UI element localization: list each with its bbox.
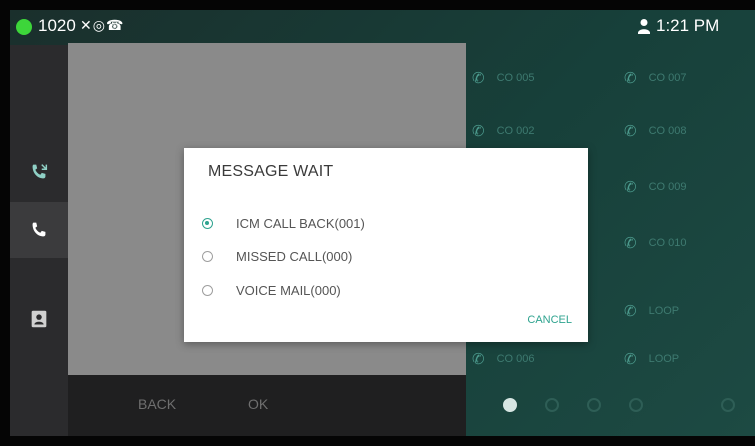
- dsskey[interactable]: ✆ CO 002: [472, 122, 535, 140]
- option-label: MISSED CALL(000): [236, 248, 353, 264]
- page-dot[interactable]: [545, 398, 559, 412]
- sidebar-phone-button[interactable]: [10, 202, 68, 258]
- device-bezel-bottom: [0, 436, 755, 446]
- dsskey-label: CO 002: [496, 125, 535, 137]
- online-status-dot: [16, 19, 32, 35]
- dsskey-label: CO 008: [648, 125, 687, 137]
- phone-icon: ✆: [624, 235, 637, 252]
- contacts-icon: [31, 310, 47, 328]
- phone-icon: ✆: [624, 123, 637, 140]
- dsskey-label: CO 006: [496, 353, 535, 365]
- dsskey-label: CO 010: [648, 237, 687, 249]
- dialog-title: MESSAGE WAIT: [208, 163, 334, 180]
- dsskey-label: LOOP: [648, 305, 680, 317]
- phone-icon: ✆: [472, 351, 485, 368]
- extension-number: 1020: [38, 16, 76, 35]
- dsskey-label: CO 009: [648, 181, 687, 193]
- radio-unselected[interactable]: [202, 284, 213, 296]
- phone-icon: ✆: [624, 303, 637, 320]
- back-softkey[interactable]: BACK: [138, 396, 176, 412]
- radio-selected[interactable]: [202, 217, 213, 229]
- user-icon: [638, 19, 650, 34]
- phone-icon: ✆: [624, 351, 637, 368]
- phone-icon: ✆: [472, 70, 485, 87]
- dsskey[interactable]: ✆ CO 005: [472, 69, 535, 87]
- phone-icon: ✆: [624, 70, 637, 87]
- dsskey[interactable]: ✆ CO 010: [624, 234, 687, 252]
- phone-icon: ✆: [472, 123, 485, 140]
- status-bar: 1020 ✕◎☎ 1:21 PM: [10, 10, 755, 44]
- option-label: VOICE MAIL(000): [236, 282, 341, 298]
- page-dot[interactable]: [587, 398, 601, 412]
- dsskey[interactable]: ✆ CO 009: [624, 178, 687, 196]
- ok-softkey[interactable]: OK: [248, 396, 268, 412]
- dsskey-label: CO 005: [496, 72, 535, 84]
- missed-call-icon: [32, 164, 48, 179]
- device-bezel-top: [0, 0, 755, 10]
- dsskey[interactable]: ✆ CO 006: [472, 350, 535, 368]
- dsskey[interactable]: ✆ CO 008: [624, 122, 687, 140]
- dsskey-label: CO 007: [648, 72, 687, 84]
- phone-icon: ✆: [624, 179, 637, 196]
- page-dot-active[interactable]: [503, 398, 517, 412]
- dsskey[interactable]: ✆ CO 007: [624, 69, 687, 87]
- clock: 1:21 PM: [656, 16, 720, 35]
- status-indicator-icons: ✕◎☎: [80, 17, 125, 33]
- option-icm-call-back[interactable]: ICM CALL BACK(001): [202, 212, 365, 234]
- page-dot[interactable]: [721, 398, 735, 412]
- sidebar-contacts-button[interactable]: [10, 291, 68, 347]
- sidebar-missed-calls-button[interactable]: [10, 144, 68, 200]
- radio-unselected[interactable]: [202, 250, 213, 262]
- phone-icon: [32, 222, 46, 237]
- sidebar: [10, 45, 68, 436]
- dsskey[interactable]: ✆ LOOP: [624, 350, 679, 368]
- device-bezel-left: [0, 0, 10, 446]
- phone-screen: 1020 ✕◎☎ 1:21 PM ✆ CO 005 ✆ CO 007 ✆ CO …: [10, 10, 755, 436]
- option-voice-mail[interactable]: VOICE MAIL(000): [202, 279, 341, 301]
- option-missed-call[interactable]: MISSED CALL(000): [202, 245, 352, 267]
- cancel-button[interactable]: CANCEL: [527, 314, 572, 326]
- option-label: ICM CALL BACK(001): [236, 215, 365, 231]
- dsskey[interactable]: ✆ LOOP: [624, 302, 679, 320]
- message-wait-dialog: MESSAGE WAIT ICM CALL BACK(001) MISSED C…: [184, 148, 588, 342]
- page-dot[interactable]: [629, 398, 643, 412]
- dsskey-label: LOOP: [648, 353, 680, 365]
